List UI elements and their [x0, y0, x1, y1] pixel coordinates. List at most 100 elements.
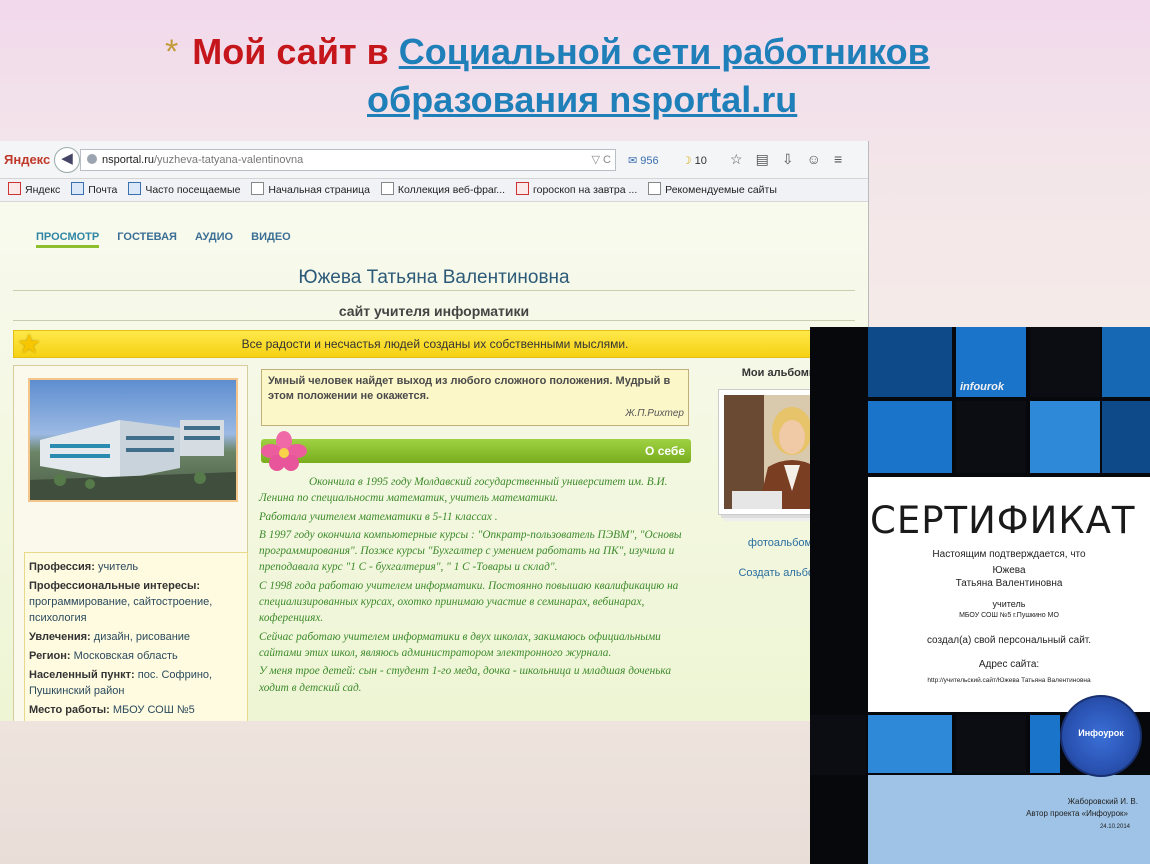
yandex-icon — [8, 182, 21, 195]
page-icon — [251, 182, 265, 195]
profile-row: Регион: Московская область — [29, 650, 178, 662]
cert-confirm: Настоящим подтверждается, что — [932, 549, 1086, 560]
cert-name2: Татьяна Валентиновна — [955, 578, 1063, 589]
weather-value: 10 — [694, 155, 707, 167]
about-header: О себе — [261, 439, 691, 463]
bookmark-item[interactable]: Коллекция веб-фраг... — [380, 179, 505, 201]
tab-view[interactable]: ПРОСМОТР — [36, 231, 100, 248]
bookmarks-bar: Яндекс Почта Часто посещаемые Начальная … — [0, 179, 868, 202]
cert-tile — [1030, 327, 1100, 397]
about-paragraph: С 1998 года работаю учителем информатики… — [259, 579, 679, 625]
profile-row: Профессия: учитель — [29, 561, 139, 573]
cert-created: создал(а) свой персональный сайт. — [926, 635, 1092, 646]
browser-window: Яндекс ◀ nsportal.ru/yuzheva-tatyana-val… — [0, 141, 869, 721]
site-subtitle: сайт учителя информатики — [338, 303, 530, 319]
cert-name1: Южева — [992, 565, 1026, 576]
about-paragraph: В 1997 году окончила компьютерные курсы … — [259, 528, 682, 574]
page-icon — [648, 182, 662, 195]
smile-icon[interactable]: ☺ — [807, 151, 821, 167]
bookmark-item[interactable]: Рекомендуемые сайты — [648, 179, 777, 201]
toolbar-right: ✉ 956 ☽ 10 ☆ ▤ ⇩ ☺ ≡ — [628, 151, 852, 168]
certificate-title: СЕРТИФИКАТ — [870, 499, 1136, 542]
cert-tile — [956, 715, 1026, 773]
bookmark-item[interactable]: Почта — [71, 179, 117, 201]
bookmark-item[interactable]: Начальная страница — [251, 179, 370, 201]
cert-address-label: Адрес сайта: — [978, 659, 1040, 670]
seal-icon: Инфоурок — [1060, 695, 1142, 777]
tab-guestbook[interactable]: ГОСТЕВАЯ — [117, 231, 177, 243]
aphorism-text: Умный человек найдет выход из любого сло… — [268, 375, 671, 402]
divider — [13, 290, 855, 291]
about-paragraph: Сейчас работаю учителем информатики в дв… — [259, 630, 661, 659]
bookmark-item[interactable]: Яндекс — [8, 179, 60, 201]
reload-icon[interactable]: ▽ C — [592, 150, 611, 170]
cert-signer: Жаборовский И. В. — [1067, 797, 1138, 806]
cert-tile — [1030, 401, 1100, 473]
profile-column: Профессия: учитель Профессиональные инте… — [13, 365, 248, 721]
cert-address: http://учительский.сайт/Южева Татьяна Ва… — [927, 677, 1091, 684]
profile-row: Профессиональные интересы: программирова… — [29, 580, 213, 624]
url-path: /yuzheva-tatyana-valentinovna — [153, 154, 304, 166]
back-button[interactable]: ◀ — [54, 147, 80, 173]
profile-row: Увлечения: дизайн, рисование — [29, 631, 191, 643]
aphorism-box: Умный человек найдет выход из любого сло… — [261, 369, 689, 426]
site-page: ПРОСМОТР ГОСТЕВАЯ АУДИО ВИДЕО Южева Тать… — [0, 202, 868, 721]
cert-tile — [956, 401, 1026, 473]
about-paragraph: Окончила в 1995 году Молдавский государс… — [259, 476, 668, 505]
cert-tile — [810, 715, 866, 775]
mail-icon — [71, 182, 85, 195]
seal-text: Инфоурок — [1078, 728, 1124, 738]
bookmark-item[interactable]: Часто посещаемые — [128, 179, 240, 201]
title-link-line1[interactable]: Социальной сети работников — [399, 31, 930, 72]
profile-row: Населенный пункт: пос. Софрино, Пушкинск… — [29, 669, 213, 697]
mail-count: 956 — [640, 155, 659, 167]
aphorism-author: Ж.П.Рихтер — [625, 408, 684, 419]
flower-icon — [261, 431, 307, 471]
star-icon[interactable]: ☆ — [730, 151, 743, 168]
cert-school: МБОУ СОШ №5 г.Пушкино МО — [959, 612, 1059, 619]
about-paragraph: Работала учителем математики в 5-11 клас… — [259, 510, 498, 523]
cert-date: 24.10.2014 — [1099, 824, 1130, 830]
title-prefix: Мой сайт в — [192, 31, 399, 72]
quote-banner: ★ Все радости и несчастья людей созданы … — [13, 329, 857, 359]
profile-row: Место работы: МБОУ СОШ №5 — [29, 704, 195, 716]
address-bar[interactable]: nsportal.ru/yuzheva-tatyana-valentinovna… — [80, 149, 616, 171]
reader-icon[interactable]: ▤ — [756, 151, 769, 168]
about-paragraph: У меня трое детей: сын - студент 1-го ме… — [259, 665, 672, 694]
cert-role: учитель — [992, 599, 1026, 609]
page-icon — [128, 182, 142, 195]
bookmark-item[interactable]: гороскоп на завтра ... — [516, 179, 637, 201]
browser-toolbar: Яндекс ◀ nsportal.ru/yuzheva-tatyana-val… — [0, 141, 868, 179]
divider — [13, 320, 855, 321]
url-host: nsportal.ru — [102, 154, 154, 166]
site-nav: ПРОСМОТР ГОСТЕВАЯ АУДИО ВИДЕО — [36, 231, 306, 248]
yandex-logo[interactable]: Яндекс — [4, 152, 50, 167]
weather-widget[interactable]: ☽ 10 — [682, 154, 717, 167]
page-icon — [380, 182, 394, 195]
cert-tile — [868, 327, 952, 397]
bullet-star-icon: * — [165, 33, 179, 71]
mail-counter[interactable]: ✉ 956 — [628, 154, 669, 167]
cert-tile — [868, 401, 952, 473]
cert-tile — [1102, 327, 1150, 397]
menu-icon[interactable]: ≡ — [834, 151, 842, 167]
cert-tile — [1102, 401, 1150, 473]
person-name: Южева Татьяна Валентиновна — [298, 267, 570, 288]
cert-footer — [868, 775, 1150, 864]
yandex-icon — [516, 182, 529, 195]
about-label: О себе — [645, 444, 685, 458]
cert-tile — [1030, 715, 1060, 773]
tab-video[interactable]: ВИДЕО — [251, 231, 291, 243]
profile-info: Профессия: учитель Профессиональные инте… — [24, 552, 248, 721]
cert-signer-role: Автор проекта «Инфоурок» — [1026, 809, 1128, 818]
school-image — [28, 378, 238, 502]
title-link-line2[interactable]: образования nsportal.ru — [367, 79, 797, 120]
globe-icon — [87, 154, 97, 164]
about-text: Окончила в 1995 году Молдавский государс… — [259, 474, 699, 698]
tab-audio[interactable]: АУДИО — [195, 231, 233, 243]
download-icon[interactable]: ⇩ — [782, 151, 794, 168]
slide-title: * Мой сайт в Социальной сети работников о… — [165, 28, 1025, 124]
cert-tile — [868, 715, 952, 773]
infourok-logo: infourok — [960, 381, 1004, 393]
certificate: infourok СЕРТИФИКАТ Настоящим подтвержда… — [810, 327, 1150, 864]
